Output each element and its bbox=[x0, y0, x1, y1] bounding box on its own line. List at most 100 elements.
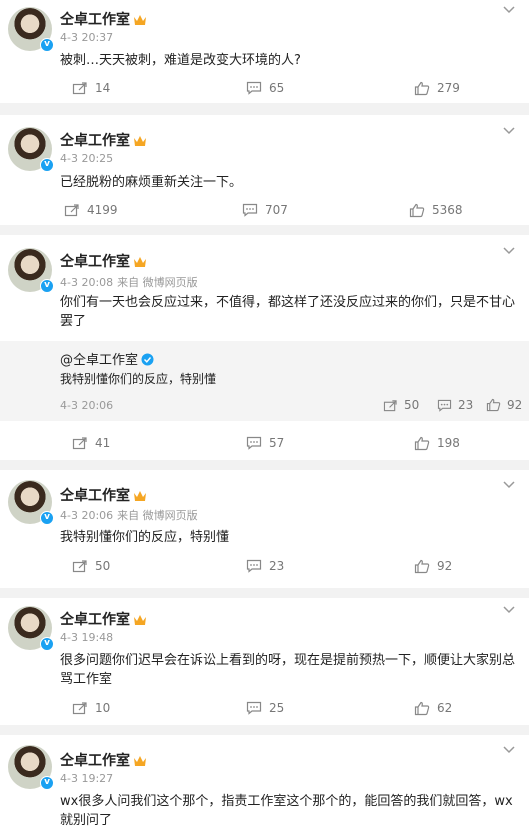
post-time: 4-3 19:48 bbox=[60, 631, 114, 644]
chevron-down-icon[interactable] bbox=[503, 746, 515, 754]
author-name[interactable]: 仝卓工作室 bbox=[60, 750, 147, 770]
post-card: v 仝卓工作室 4-3 19:27 wx很多人问我们这个那个，指责工作室这个那个… bbox=[0, 735, 529, 836]
author-name[interactable]: 仝卓工作室 bbox=[60, 9, 147, 29]
chevron-down-icon[interactable] bbox=[503, 481, 515, 489]
avatar[interactable]: v bbox=[8, 745, 54, 790]
like-icon bbox=[486, 398, 501, 412]
repost-count: 10 bbox=[95, 701, 111, 715]
post-actions: 4199 707 5368 bbox=[0, 201, 529, 219]
author-name[interactable]: 仝卓工作室 bbox=[60, 130, 147, 150]
quoted-repost-button[interactable]: 50 bbox=[383, 397, 419, 413]
quoted-author[interactable]: @仝卓工作室 bbox=[60, 349, 154, 368]
comment-icon bbox=[242, 203, 258, 217]
post-text: 被刺…天天被刺，难道是改变大环境的人? bbox=[60, 53, 301, 68]
post-text: 我特别懂你们的反应，特别懂 bbox=[60, 530, 230, 545]
chevron-down-icon[interactable] bbox=[503, 606, 515, 614]
avatar[interactable]: v bbox=[8, 606, 54, 651]
comment-icon bbox=[246, 81, 262, 95]
avatar[interactable]: v bbox=[8, 127, 54, 172]
author-name[interactable]: 仝卓工作室 bbox=[60, 485, 147, 505]
repost-icon bbox=[72, 82, 87, 95]
post-time: 4-3 20:37 bbox=[60, 31, 114, 44]
author-name[interactable]: 仝卓工作室 bbox=[60, 251, 147, 271]
crown-icon bbox=[134, 491, 146, 501]
post-meta: 4-3 20:25 bbox=[60, 152, 113, 165]
like-button[interactable]: 279 bbox=[414, 79, 460, 97]
chevron-down-icon[interactable] bbox=[503, 247, 515, 255]
post-time: 4-3 19:27 bbox=[60, 772, 114, 785]
verified-badge-icon: v bbox=[40, 158, 54, 172]
chevron-down-icon[interactable] bbox=[503, 127, 515, 135]
post-meta: 4-3 20:37 bbox=[60, 31, 113, 44]
repost-button[interactable]: 4199 bbox=[64, 201, 118, 219]
comment-button[interactable]: 65 bbox=[246, 79, 284, 97]
repost-button[interactable]: 50 bbox=[72, 557, 110, 575]
quoted-time: 4-3 20:06 bbox=[60, 399, 114, 412]
repost-count: 41 bbox=[95, 436, 111, 450]
like-count: 92 bbox=[437, 559, 453, 573]
verified-badge-icon: v bbox=[40, 637, 54, 651]
crown-icon bbox=[134, 15, 146, 25]
crown-icon bbox=[134, 136, 146, 146]
comment-icon bbox=[437, 399, 452, 412]
comment-button[interactable]: 707 bbox=[242, 201, 288, 219]
comment-icon bbox=[246, 701, 262, 715]
like-button[interactable]: 92 bbox=[414, 557, 452, 575]
post-card: v 仝卓工作室 4-3 19:48 很多问题你们迟早会在诉讼上看到的呀，现在是提… bbox=[0, 598, 529, 725]
post-meta: 4-3 20:06 来自 微博网页版 bbox=[60, 507, 198, 523]
post-source: 来自 微博网页版 bbox=[117, 276, 198, 289]
like-icon bbox=[414, 701, 430, 715]
like-icon bbox=[414, 559, 430, 573]
comment-button[interactable]: 23 bbox=[246, 557, 284, 575]
like-count: 5368 bbox=[432, 203, 463, 217]
like-icon bbox=[414, 81, 430, 95]
comment-count: 23 bbox=[458, 398, 474, 412]
avatar[interactable]: v bbox=[8, 248, 54, 293]
comment-icon bbox=[246, 559, 262, 573]
repost-button[interactable]: 41 bbox=[72, 434, 110, 452]
post-source: 来自 微博网页版 bbox=[117, 509, 198, 522]
comment-button[interactable]: 57 bbox=[246, 434, 284, 452]
crown-icon bbox=[134, 257, 146, 267]
repost-count: 14 bbox=[95, 81, 111, 95]
verified-badge-icon bbox=[141, 353, 154, 366]
avatar[interactable]: v bbox=[8, 7, 54, 52]
author-name[interactable]: 仝卓工作室 bbox=[60, 609, 147, 629]
like-count: 279 bbox=[437, 81, 460, 95]
like-button[interactable]: 198 bbox=[414, 434, 460, 452]
quoted-like-button[interactable]: 92 bbox=[486, 397, 522, 413]
crown-icon bbox=[134, 756, 146, 766]
repost-button[interactable]: 14 bbox=[72, 79, 110, 97]
repost-count: 50 bbox=[95, 559, 111, 573]
post-card: v 仝卓工作室 4-3 20:08 来自 微博网页版 你们有一天也会反应过来，不值… bbox=[0, 235, 529, 460]
repost-icon bbox=[383, 399, 397, 411]
post-text: wx很多人问我们这个那个，指责工作室这个那个的，能回答的我们就回答，wx就别问了 bbox=[60, 794, 513, 828]
verified-badge-icon: v bbox=[40, 279, 54, 293]
post-actions: 14 65 279 bbox=[0, 79, 529, 97]
quoted-text: 我特别懂你们的反应，特别懂 bbox=[60, 372, 217, 386]
like-count: 92 bbox=[507, 398, 523, 412]
post-meta: 4-3 19:48 bbox=[60, 631, 113, 644]
post-time: 4-3 20:08 bbox=[60, 276, 114, 289]
quoted-post[interactable]: @仝卓工作室 我特别懂你们的反应，特别懂 4-3 20:06 50 23 92 bbox=[0, 341, 529, 421]
like-button[interactable]: 62 bbox=[414, 699, 452, 717]
like-count: 198 bbox=[437, 436, 460, 450]
repost-button[interactable]: 10 bbox=[72, 699, 110, 717]
post-actions: 41 57 198 bbox=[0, 434, 529, 452]
verified-badge-icon: v bbox=[40, 776, 54, 790]
comment-button[interactable]: 25 bbox=[246, 699, 284, 717]
post-time: 4-3 20:06 bbox=[60, 509, 114, 522]
repost-icon bbox=[72, 560, 87, 573]
repost-count: 4199 bbox=[87, 203, 118, 217]
post-actions: 50 23 92 bbox=[0, 557, 529, 575]
post-card: v 仝卓工作室 4-3 20:37 被刺…天天被刺，难道是改变大环境的人? 14… bbox=[0, 0, 529, 103]
repost-icon bbox=[64, 204, 79, 217]
repost-icon bbox=[72, 702, 87, 715]
like-button[interactable]: 5368 bbox=[409, 201, 463, 219]
post-meta: 4-3 20:08 来自 微博网页版 bbox=[60, 274, 198, 290]
post-text: 你们有一天也会反应过来，不值得，都这样了还没反应过来的你们，只是不甘心罢了 bbox=[60, 295, 516, 329]
chevron-down-icon[interactable] bbox=[503, 6, 515, 14]
avatar[interactable]: v bbox=[8, 480, 54, 525]
quoted-comment-button[interactable]: 23 bbox=[437, 397, 473, 413]
post-card: v 仝卓工作室 4-3 20:06 来自 微博网页版 我特别懂你们的反应，特别懂 … bbox=[0, 470, 529, 588]
